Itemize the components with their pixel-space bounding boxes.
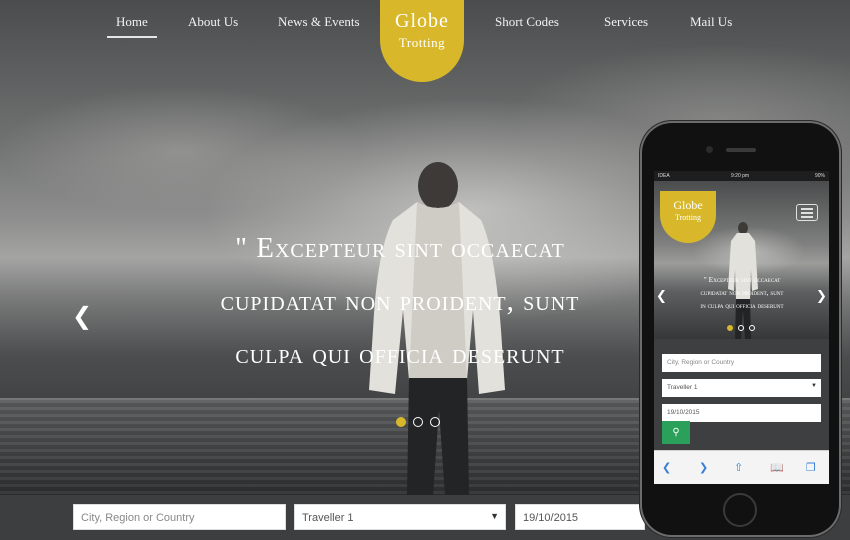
phone-screen: IDEA 9:20 pm 90% Globe Trotting " Except… [654, 171, 829, 484]
traveller-select[interactable]: Traveller 1 ▼ [294, 504, 506, 530]
phone-traveller-value: Traveller 1 [667, 384, 698, 391]
quote-line-2: cupidatat non proident, sunt [220, 285, 580, 317]
phone-home-button [723, 493, 757, 527]
quote-line-1: " Excepteur sint occaecat [235, 232, 565, 264]
nav-short-codes[interactable]: Short Codes [495, 14, 559, 30]
search-icon: ⚲ [672, 427, 680, 438]
phone-status-bar: IDEA 9:20 pm 90% [654, 171, 829, 181]
traveller-value: Traveller 1 [302, 512, 354, 524]
chevron-left-icon[interactable]: ❮ [656, 289, 667, 304]
phone-slider-dot-3[interactable] [749, 325, 755, 331]
chevron-left-icon[interactable]: ❮ [72, 302, 92, 330]
phone-hero-quote: " Excepteur sint occaecat cupidatat non … [672, 273, 812, 312]
phone-hero: Globe Trotting " Excepteur sint occaecat… [654, 181, 829, 339]
camera-icon [706, 146, 713, 153]
slider-dots [396, 417, 440, 427]
slider-dot-1[interactable] [396, 417, 406, 427]
location-input[interactable]: City, Region or Country [73, 504, 286, 530]
phone-search-button[interactable]: ⚲ [662, 421, 690, 444]
phone-mockup: IDEA 9:20 pm 90% Globe Trotting " Except… [642, 123, 839, 535]
chevron-right-icon[interactable]: ❯ [816, 289, 827, 304]
logo-line-2: Trotting [398, 35, 446, 50]
phone-slider-dot-1[interactable] [727, 325, 733, 331]
hamburger-menu-icon[interactable] [796, 204, 818, 221]
tabs-icon[interactable]: ❐ [806, 461, 816, 474]
nav-services[interactable]: Services [604, 14, 648, 30]
bookmarks-icon[interactable]: 📖 [770, 461, 784, 474]
caret-down-icon: ▼ [811, 383, 817, 389]
phone-logo-line-2: Trotting [675, 213, 701, 222]
phone-logo-line-1: Globe [673, 198, 703, 212]
phone-slider-dot-2[interactable] [738, 325, 744, 331]
back-icon[interactable]: ❮ [662, 461, 671, 474]
phone-traveller-select[interactable]: Traveller 1 ▼ [662, 379, 821, 397]
hero-quote: " Excepteur sint occaecat cupidatat non … [150, 222, 650, 381]
slider-dot-2[interactable] [413, 417, 423, 427]
phone-location-input[interactable]: City, Region or Country [662, 354, 821, 372]
clock-label: 9:20 pm [731, 173, 750, 179]
site-logo[interactable]: Globe Trotting [380, 0, 464, 82]
nav-home[interactable]: Home [107, 14, 157, 38]
nav-mail-us[interactable]: Mail Us [690, 14, 732, 30]
nav-news-events[interactable]: News & Events [278, 14, 360, 30]
speaker-grille [726, 148, 756, 152]
carrier-label: IDEA [658, 173, 670, 179]
date-input[interactable]: 19/10/2015 [515, 504, 645, 530]
quote-line-3: culpa qui officia deserunt [235, 338, 565, 370]
phone-date-input[interactable]: 19/10/2015 [662, 404, 821, 422]
browser-toolbar: ❮ ❯ ⇧ 📖 ❐ [654, 450, 829, 484]
phone-quote-line-2: cupidatat non proident, sunt [700, 288, 784, 297]
phone-slider-dots [727, 325, 755, 331]
phone-quote-line-3: in culpa qui officia deserunt [700, 301, 784, 310]
nav-about-us[interactable]: About Us [188, 14, 238, 30]
phone-quote-line-1: " Excepteur sint occaecat [703, 275, 781, 284]
share-icon[interactable]: ⇧ [734, 461, 743, 474]
slider-dot-3[interactable] [430, 417, 440, 427]
caret-down-icon: ▼ [490, 511, 499, 521]
phone-logo[interactable]: Globe Trotting [660, 191, 716, 243]
forward-icon[interactable]: ❯ [699, 461, 708, 474]
battery-label: 90% [814, 173, 825, 179]
logo-line-1: Globe [395, 10, 449, 32]
